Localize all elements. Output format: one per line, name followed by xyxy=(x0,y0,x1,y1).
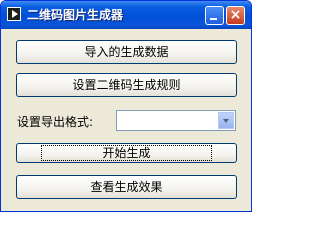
view-result-button[interactable]: 查看生成效果 xyxy=(16,175,237,199)
start-generate-button[interactable]: 开始生成 xyxy=(16,143,237,163)
export-format-label: 设置导出格式: xyxy=(17,115,94,129)
app-icon xyxy=(7,7,21,21)
start-generate-label: 开始生成 xyxy=(41,145,212,161)
title-bar[interactable]: 二维码图片生成器 × xyxy=(1,1,251,29)
close-icon: × xyxy=(229,7,242,23)
chevron-down-icon[interactable] xyxy=(218,112,234,129)
minimize-button[interactable] xyxy=(205,6,224,25)
app-window: 二维码图片生成器 × 导入的生成数据 设置二维码生成规则 设置导出格式: 开始生… xyxy=(0,0,252,212)
export-format-select[interactable] xyxy=(116,110,236,131)
set-qr-rule-button[interactable]: 设置二维码生成规则 xyxy=(16,73,237,97)
import-data-button[interactable]: 导入的生成数据 xyxy=(16,40,237,64)
close-button[interactable]: × xyxy=(226,6,245,25)
window-title: 二维码图片生成器 xyxy=(27,8,124,22)
